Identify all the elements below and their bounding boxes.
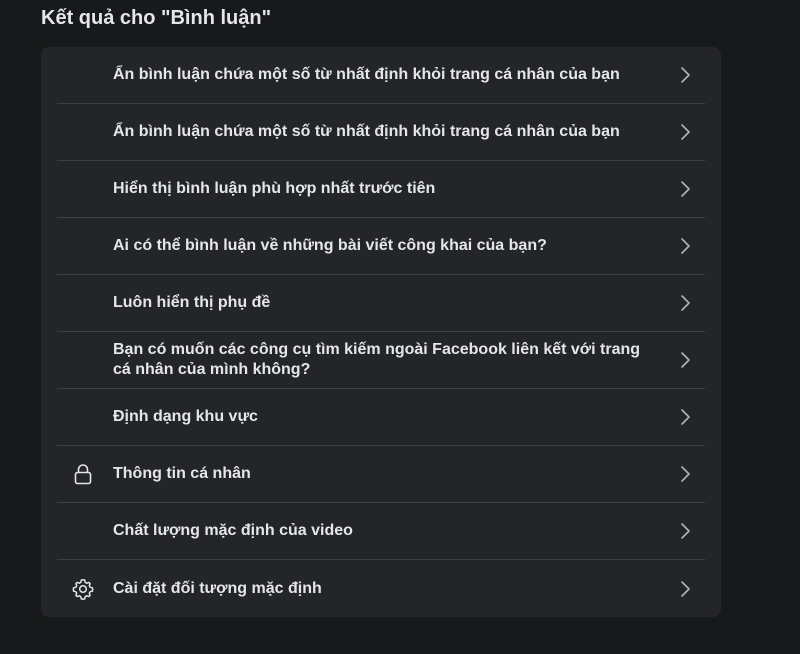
result-label: Cài đặt đối tượng mặc định <box>113 579 322 597</box>
chevron-right-icon <box>675 521 695 541</box>
result-region-format[interactable]: Định dạng khu vực <box>57 389 705 446</box>
lock-icon <box>71 462 95 486</box>
chevron-right-icon <box>675 407 695 427</box>
chevron-right-icon <box>675 236 695 256</box>
chevron-right-icon <box>675 464 695 484</box>
search-results-list: Ẩn bình luận chứa một số từ nhất định kh… <box>41 47 721 617</box>
result-label: Bạn có muốn các công cụ tìm kiếm ngoài F… <box>113 341 641 378</box>
result-label: Ẩn bình luận chứa một số từ nhất định kh… <box>113 123 620 140</box>
result-default-audience-settings[interactable]: Cài đặt đối tượng mặc định <box>57 560 705 617</box>
chevron-right-icon <box>675 65 695 85</box>
result-default-video-quality[interactable]: Chất lượng mặc định của video <box>57 503 705 560</box>
result-label: Định dạng khu vực <box>113 408 258 425</box>
chevron-right-icon <box>675 122 695 142</box>
result-label: Ai có thể bình luận về những bài viết cô… <box>113 237 547 254</box>
result-label: Thông tin cá nhân <box>113 465 251 482</box>
result-hide-comments-words-1[interactable]: Ẩn bình luận chứa một số từ nhất định kh… <box>57 47 705 104</box>
result-personal-info[interactable]: Thông tin cá nhân <box>57 446 705 503</box>
result-search-engine-linking[interactable]: Bạn có muốn các công cụ tìm kiếm ngoài F… <box>57 332 705 389</box>
chevron-right-icon <box>675 179 695 199</box>
chevron-right-icon <box>675 293 695 313</box>
chevron-right-icon <box>675 579 695 599</box>
result-label: Chất lượng mặc định của video <box>113 522 353 539</box>
result-public-post-comments[interactable]: Ai có thể bình luận về những bài viết cô… <box>57 218 705 275</box>
result-label: Hiển thị bình luận phù hợp nhất trước ti… <box>113 180 436 197</box>
result-label: Ẩn bình luận chứa một số từ nhất định kh… <box>113 66 620 83</box>
result-label: Luôn hiển thị phụ đề <box>113 294 271 311</box>
gear-icon <box>71 577 95 601</box>
result-most-relevant-comments[interactable]: Hiển thị bình luận phù hợp nhất trước ti… <box>57 161 705 218</box>
result-always-show-captions[interactable]: Luôn hiển thị phụ đề <box>57 275 705 332</box>
chevron-right-icon <box>675 350 695 370</box>
settings-search-page: Kết quả cho "Bình luận" Ẩn bình luận chứ… <box>0 0 800 654</box>
page-title: Kết quả cho "Bình luận" <box>41 7 272 29</box>
result-hide-comments-words-2[interactable]: Ẩn bình luận chứa một số từ nhất định kh… <box>57 104 705 161</box>
